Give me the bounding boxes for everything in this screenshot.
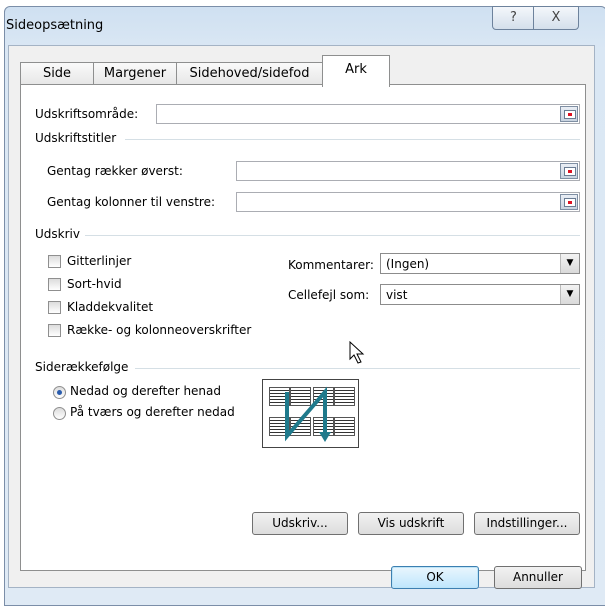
cell-errors-value: vist — [386, 288, 408, 302]
repeat-cols-label: Gentag kolonner til venstre: — [47, 195, 215, 209]
chevron-down-icon[interactable]: ▼ — [560, 285, 579, 304]
collapse-dialog-button[interactable] — [560, 106, 578, 122]
tab-sidehoved-sidefod[interactable]: Sidehoved/sidefod — [176, 62, 323, 85]
print-titles-heading: Udskriftstitler — [35, 131, 117, 145]
repeat-cols-input[interactable] — [236, 192, 580, 212]
draft-quality-label: Kladdekvalitet — [67, 300, 154, 314]
row-col-headings-checkbox[interactable] — [48, 324, 61, 337]
down-then-over-label: Nedad og derefter henad — [70, 384, 222, 398]
divider — [135, 368, 580, 369]
print-heading: Udskriv — [35, 227, 80, 241]
print-area-input[interactable] — [156, 104, 580, 124]
tab-margener[interactable]: Margener — [93, 62, 177, 85]
range-select-icon — [564, 110, 576, 119]
tab-side[interactable]: Side — [20, 62, 94, 85]
cell-errors-dropdown[interactable]: vist ▼ — [380, 284, 580, 305]
mouse-cursor-icon — [349, 341, 365, 364]
print-area-label: Udskriftsområde: — [35, 107, 139, 121]
repeat-rows-label: Gentag rækker øverst: — [47, 164, 183, 178]
divider — [85, 235, 580, 236]
over-then-down-radio[interactable] — [53, 407, 66, 420]
options-button[interactable]: Indstillinger... — [474, 512, 580, 535]
repeat-rows-input[interactable] — [236, 161, 580, 181]
gridlines-checkbox[interactable] — [48, 255, 61, 268]
dialog-title: Sideopsætning — [6, 18, 104, 33]
comments-value: (Ingen) — [386, 257, 430, 271]
range-select-icon — [564, 167, 576, 176]
ok-button[interactable]: OK — [391, 566, 479, 589]
comments-dropdown[interactable]: (Ingen) ▼ — [380, 253, 580, 274]
comments-label: Kommentarer: — [288, 258, 374, 272]
black-white-checkbox[interactable] — [48, 278, 61, 291]
black-white-label: Sort-hvid — [67, 277, 122, 291]
help-button[interactable]: ? — [492, 6, 535, 30]
range-select-icon — [564, 198, 576, 207]
row-col-headings-label: Række- og kolonneoverskrifter — [67, 323, 252, 337]
over-then-down-label: På tværs og derefter nedad — [70, 405, 235, 419]
cancel-button[interactable]: Annuller — [494, 566, 582, 589]
divider — [125, 139, 580, 140]
close-button[interactable]: X — [533, 6, 579, 30]
chevron-down-icon[interactable]: ▼ — [560, 254, 579, 273]
collapse-dialog-button[interactable] — [560, 194, 578, 210]
page-order-heading: Siderækkefølge — [35, 360, 129, 374]
collapse-dialog-button[interactable] — [560, 163, 578, 179]
cell-errors-label: Cellefejl som: — [288, 288, 370, 302]
page-order-preview-icon — [262, 379, 359, 448]
draft-quality-checkbox[interactable] — [48, 301, 61, 314]
print-preview-button[interactable]: Vis udskrift — [358, 512, 464, 535]
gridlines-label: Gitterlinjer — [67, 254, 132, 268]
tab-ark[interactable]: Ark — [322, 55, 390, 87]
print-button[interactable]: Udskriv... — [252, 512, 348, 535]
down-then-over-radio[interactable] — [53, 386, 66, 399]
